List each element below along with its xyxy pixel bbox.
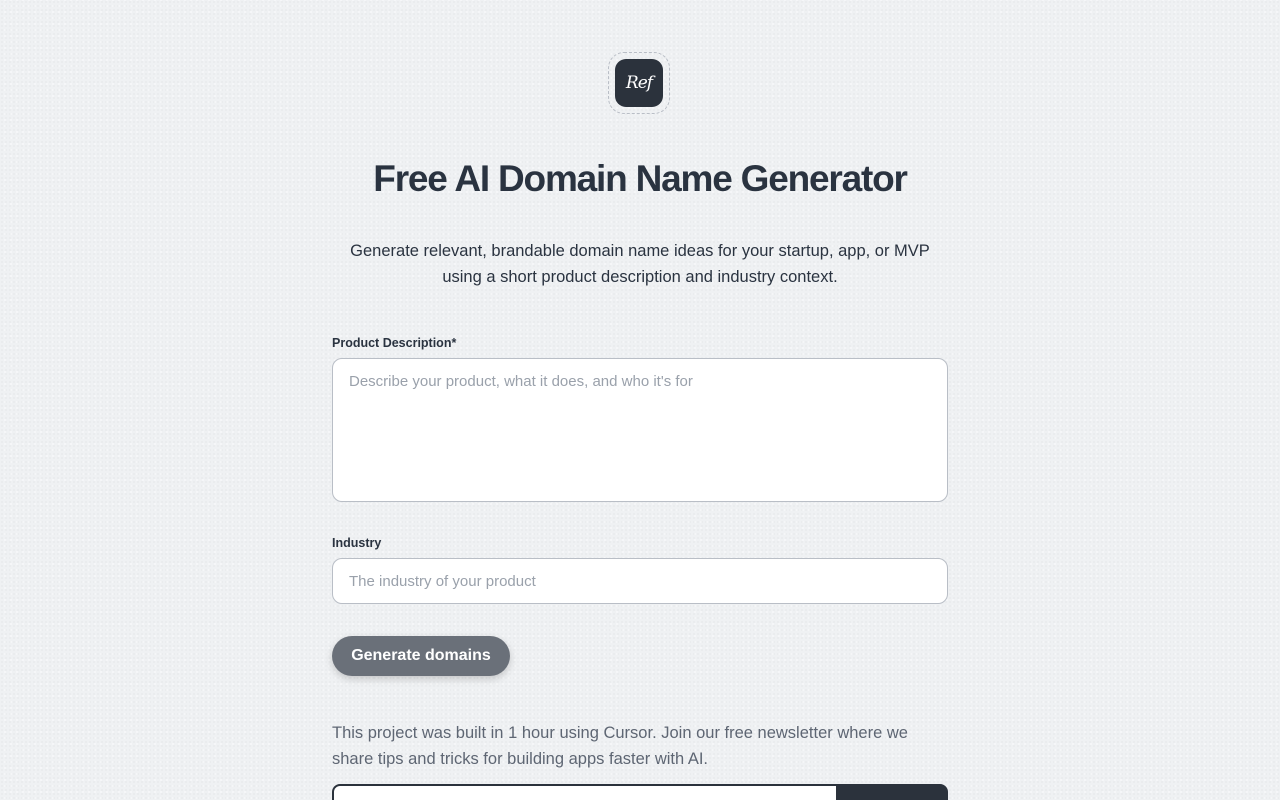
page-title: Free AI Domain Name Generator [373,158,908,199]
newsletter-email-input[interactable] [332,784,838,800]
page-subtitle: Generate relevant, brandable domain name… [350,242,930,286]
logo-text: Ref [625,73,653,93]
industry-label: Industry [332,536,382,550]
newsletter-text: This project was built in 1 hour using C… [332,724,908,768]
generate-domains-button[interactable]: Generate domains [332,636,510,676]
newsletter-subscribe-button[interactable] [836,784,948,800]
product-description-label: Product Description* [332,336,457,350]
product-description-field[interactable] [332,358,948,502]
logo-frame: Ref [608,52,670,114]
industry-input[interactable] [332,558,948,604]
logo: Ref [615,59,663,107]
